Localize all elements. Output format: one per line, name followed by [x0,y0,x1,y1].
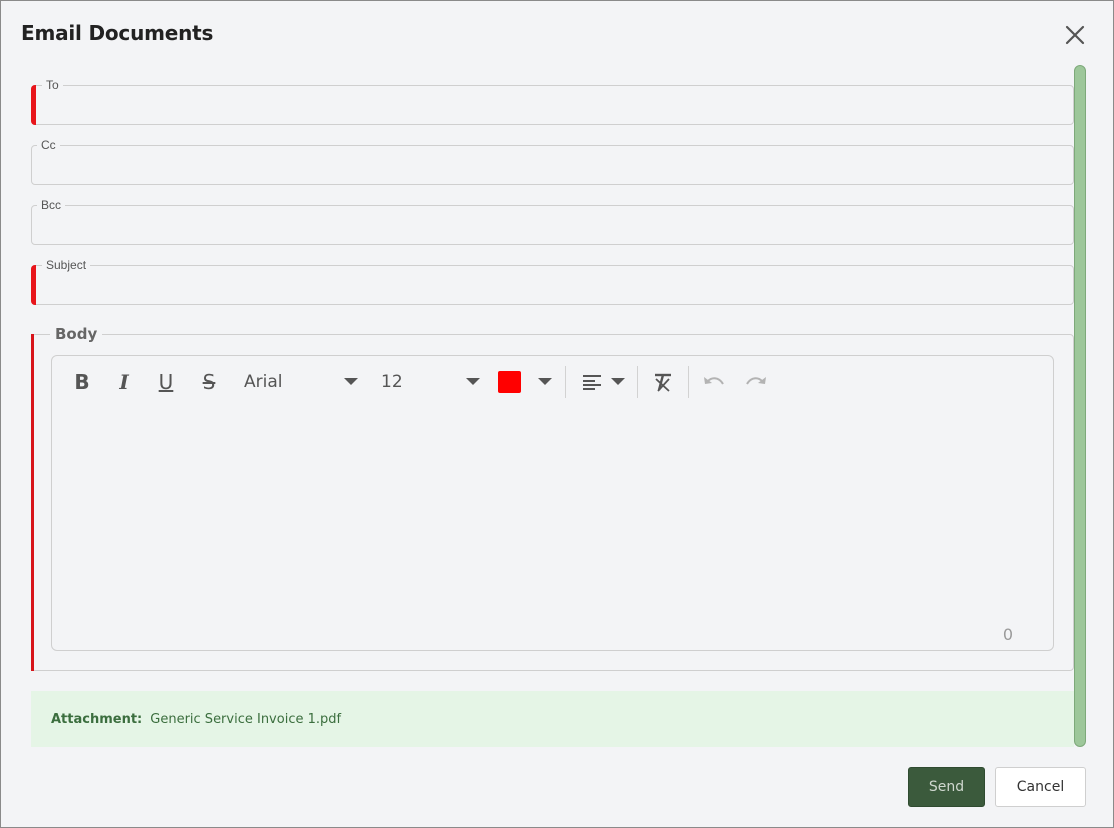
scrollbar[interactable] [1074,65,1086,747]
body-legend: Body [50,325,103,343]
attachment-filename[interactable]: Generic Service Invoice 1.pdf [150,712,341,727]
text-color-dropdown-icon[interactable] [538,378,552,385]
editor-toolbar: B I U S Arial 12 [52,356,1053,408]
font-family-dropdown-icon[interactable] [344,378,358,385]
underline-button[interactable]: U [154,370,178,394]
underline-icon: U [158,370,174,394]
body-editor-area[interactable] [52,408,1053,626]
bcc-field[interactable]: Bcc [31,197,1074,245]
character-count: 0 [1002,625,1013,644]
italic-icon: I [119,370,129,394]
bcc-label: Bcc [37,197,66,213]
cc-label: Cc [37,137,60,153]
bcc-input[interactable] [42,216,1063,240]
send-button[interactable]: Send [908,767,985,807]
toolbar-separator [688,366,689,398]
clear-format-icon[interactable] [652,370,674,394]
cc-field[interactable]: Cc [31,137,1074,185]
align-left-icon[interactable] [582,370,602,394]
subject-input[interactable] [42,276,1063,300]
to-input[interactable] [42,96,1063,120]
bold-button[interactable]: B [70,370,94,394]
attachment-bar: Attachment: Generic Service Invoice 1.pd… [31,691,1074,747]
subject-label: Subject [42,257,91,273]
toolbar-separator [565,366,566,398]
bold-icon: B [74,370,90,394]
font-size-dropdown-icon[interactable] [466,378,480,385]
toolbar-separator [637,366,638,398]
attachment-label: Attachment: [51,711,143,727]
cc-input[interactable] [42,156,1063,180]
strikethrough-button[interactable]: S [197,370,221,394]
email-documents-dialog: Email Documents To Cc Bcc Subject Body B… [0,0,1114,828]
dialog-title: Email Documents [21,21,214,45]
font-family-select[interactable]: Arial [244,370,282,394]
redo-icon[interactable] [744,370,768,394]
align-dropdown-icon[interactable] [611,378,625,385]
cancel-button[interactable]: Cancel [995,767,1086,807]
to-label: To [42,77,63,93]
italic-button[interactable]: I [112,370,136,394]
rich-text-editor: B I U S Arial 12 0 [51,355,1054,651]
subject-field[interactable]: Subject [31,257,1074,305]
text-color-swatch[interactable] [498,371,521,393]
font-size-select[interactable]: 12 [381,370,403,394]
to-field[interactable]: To [31,77,1074,125]
close-icon[interactable] [1063,23,1087,47]
strikethrough-icon: S [202,370,216,394]
undo-icon[interactable] [702,370,726,394]
